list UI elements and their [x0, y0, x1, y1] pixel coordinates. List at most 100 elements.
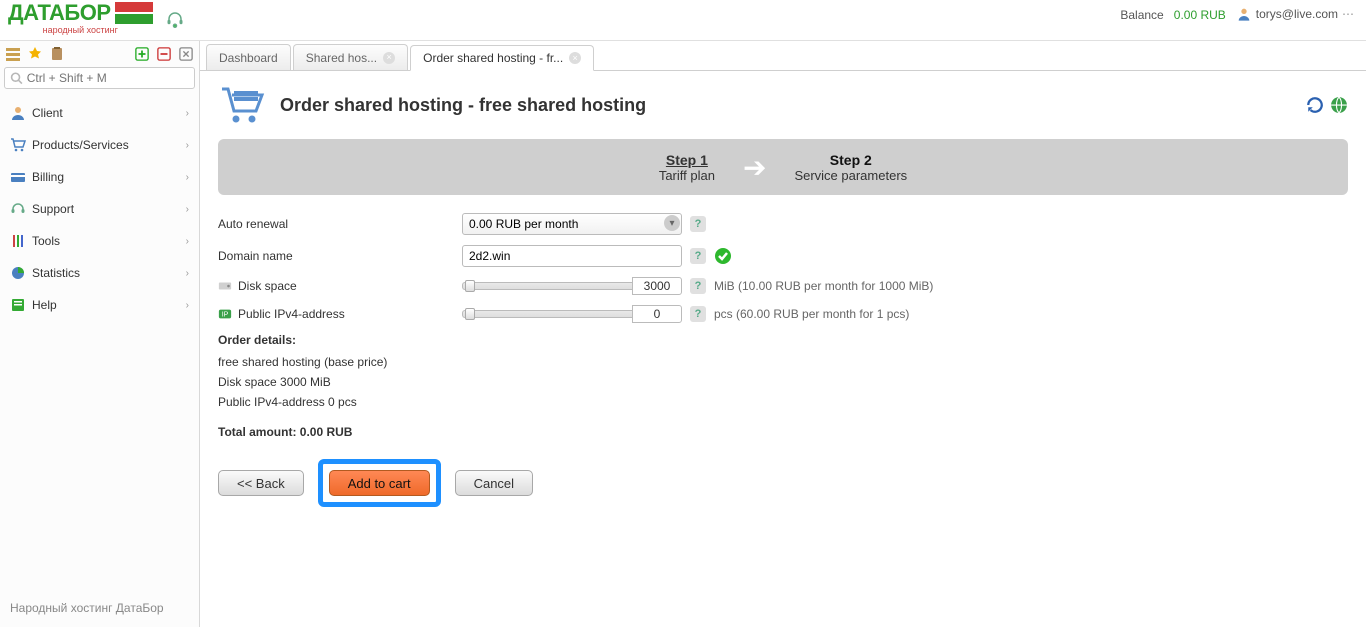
sidebar-item-products[interactable]: Products/Services — [4, 129, 195, 161]
sidebar-item-label: Billing — [32, 170, 64, 184]
steps-bar: Step 1 Tariff plan ➔ Step 2 Service para… — [218, 139, 1348, 195]
chevron-right-icon — [186, 108, 189, 119]
help-icon[interactable]: ? — [690, 306, 706, 322]
sidebar-item-label: Support — [32, 202, 74, 216]
sidebar-footer: Народный хостинг ДатаБор — [4, 593, 195, 623]
auto-renewal-select[interactable] — [462, 213, 682, 235]
search-icon — [10, 71, 23, 85]
ipv4-slider[interactable]: 0 — [462, 305, 682, 323]
order-line: Public IPv4-address 0 pcs — [218, 395, 1348, 409]
ipv4-value[interactable]: 0 — [632, 305, 682, 323]
step-2: Step 2 Service parameters — [794, 152, 907, 183]
chevron-right-icon — [186, 172, 189, 183]
logo-text: ДАТАБОР — [8, 2, 111, 24]
search-input-wrap[interactable] — [4, 67, 195, 89]
page-title: Order shared hosting - free shared hosti… — [280, 95, 646, 116]
field-label: Domain name — [218, 249, 293, 263]
close-icon[interactable]: × — [383, 52, 395, 64]
sidebar: Client Products/Services Billing Support — [0, 41, 200, 627]
help-icon[interactable]: ? — [690, 248, 706, 264]
tab-order-shared-hosting[interactable]: Order shared hosting - fr... × — [410, 45, 594, 71]
globe-icon[interactable] — [1330, 96, 1348, 114]
sidebar-item-label: Client — [32, 106, 63, 120]
help-icon[interactable]: ? — [690, 278, 706, 294]
chevron-down-icon[interactable]: ▾ — [664, 215, 680, 231]
back-button[interactable]: << Back — [218, 470, 304, 496]
page-header: Order shared hosting - free shared hosti… — [218, 81, 1348, 129]
support-headset-button[interactable] — [161, 5, 189, 33]
headset-icon — [166, 10, 184, 28]
field-label: Auto renewal — [218, 217, 288, 231]
row-domain-name: Domain name ? — [218, 245, 1348, 267]
billing-icon — [10, 169, 26, 185]
sidebar-item-client[interactable]: Client — [4, 97, 195, 129]
balance-display: Balance 0.00 RUB — [1120, 8, 1225, 22]
balance-label: Balance — [1120, 8, 1163, 22]
menu-list-icon[interactable] — [4, 45, 22, 63]
chevron-right-icon — [186, 268, 189, 279]
balance-value: 0.00 RUB — [1174, 8, 1226, 22]
order-details: Order details: free shared hosting (base… — [218, 333, 1348, 409]
check-ok-icon — [714, 247, 732, 265]
topbar: ДАТАБОР народный хостинг Balance 0.00 RU… — [0, 0, 1366, 40]
domain-input[interactable] — [462, 245, 682, 267]
logo-subtitle: народный хостинг — [43, 25, 118, 35]
step-1[interactable]: Step 1 Tariff plan — [659, 152, 715, 183]
row-auto-renewal: Auto renewal ▾ ? — [218, 213, 1348, 235]
tab-shared-hosting[interactable]: Shared hos... × — [293, 44, 408, 70]
headset-icon — [10, 201, 26, 217]
clipboard-icon[interactable] — [48, 45, 66, 63]
tools-icon — [10, 233, 26, 249]
search-input[interactable] — [27, 71, 189, 85]
hint-text: pcs (60.00 RUB per month for 1 pcs) — [714, 307, 909, 321]
tab-dashboard[interactable]: Dashboard — [206, 44, 291, 70]
logo[interactable]: ДАТАБОР народный хостинг — [8, 2, 153, 35]
close-icon[interactable]: × — [569, 52, 581, 64]
button-row: << Back Add to cart Cancel — [218, 459, 1348, 507]
remove-icon[interactable] — [155, 45, 173, 63]
add-to-cart-button[interactable]: Add to cart — [329, 470, 430, 496]
chevron-right-icon — [186, 140, 189, 151]
add-icon[interactable] — [133, 45, 151, 63]
order-line: Disk space 3000 MiB — [218, 375, 1348, 389]
pie-icon — [10, 265, 26, 281]
order-details-title: Order details: — [218, 333, 1348, 347]
order-line: free shared hosting (base price) — [218, 355, 1348, 369]
book-icon — [10, 297, 26, 313]
step-sub: Tariff plan — [659, 168, 715, 183]
help-icon[interactable]: ? — [690, 216, 706, 232]
chevron-right-icon — [186, 204, 189, 215]
chevron-right-icon — [186, 236, 189, 247]
cart-large-icon — [218, 81, 266, 129]
refresh-icon[interactable] — [1306, 96, 1324, 114]
logo-bars-icon — [115, 2, 153, 24]
more-icon: ⋯ — [1342, 7, 1354, 21]
avatar-icon — [1236, 6, 1252, 22]
sidebar-item-billing[interactable]: Billing — [4, 161, 195, 193]
sidebar-item-support[interactable]: Support — [4, 193, 195, 225]
disk-slider[interactable]: 3000 — [462, 277, 682, 295]
person-icon — [10, 105, 26, 121]
sidebar-item-statistics[interactable]: Statistics — [4, 257, 195, 289]
chevron-right-icon — [186, 300, 189, 311]
total-amount: Total amount: 0.00 RUB — [218, 425, 1348, 439]
field-label: Disk space — [238, 279, 297, 293]
sidebar-item-label: Help — [32, 298, 57, 312]
step-sub: Service parameters — [794, 168, 907, 183]
ip-icon: IP — [218, 307, 232, 321]
row-disk-space: Disk space 3000 ? MiB (10.00 RUB per mon… — [218, 277, 1348, 295]
arrow-right-icon: ➔ — [743, 151, 766, 184]
main: Dashboard Shared hos... × Order shared h… — [200, 41, 1366, 627]
sidebar-item-help[interactable]: Help — [4, 289, 195, 321]
sidebar-item-label: Tools — [32, 234, 60, 248]
sidebar-toolbar — [4, 45, 195, 63]
cancel-button[interactable]: Cancel — [455, 470, 533, 496]
star-icon[interactable] — [26, 45, 44, 63]
close-panel-icon[interactable] — [177, 45, 195, 63]
user-menu[interactable]: torys@live.com ⋯ — [1236, 6, 1354, 22]
sidebar-item-tools[interactable]: Tools — [4, 225, 195, 257]
sidebar-item-label: Products/Services — [32, 138, 129, 152]
cart-icon — [10, 137, 26, 153]
add-to-cart-highlight: Add to cart — [318, 459, 441, 507]
disk-value[interactable]: 3000 — [632, 277, 682, 295]
